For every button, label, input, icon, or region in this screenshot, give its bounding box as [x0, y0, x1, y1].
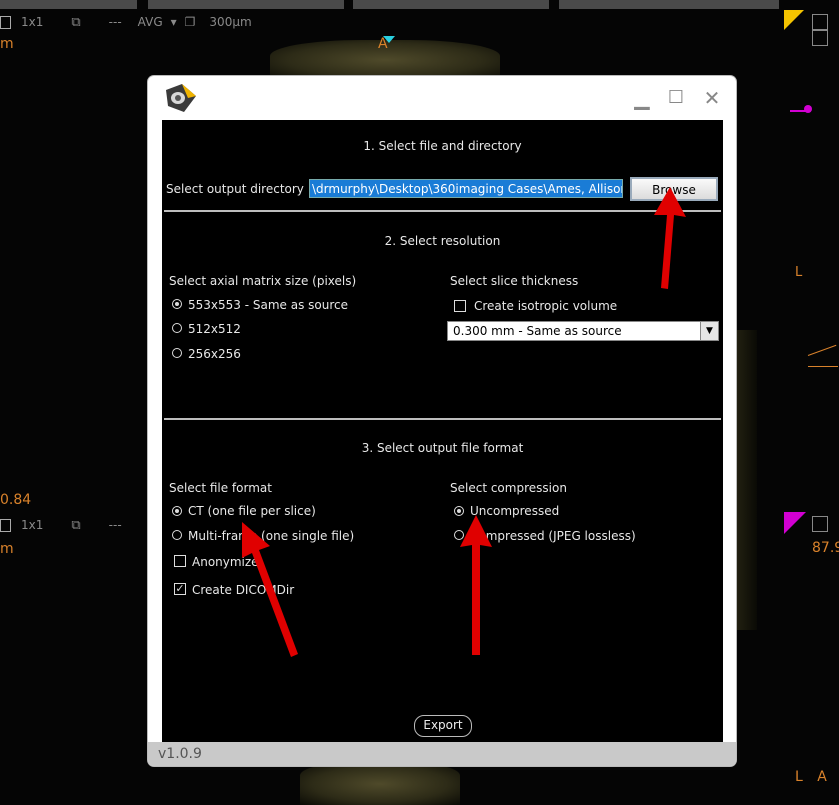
radio-matrix-512[interactable] — [172, 323, 182, 333]
split-icon[interactable]: ⧉ — [71, 518, 80, 533]
section-title: 1. Select file and directory — [363, 139, 522, 153]
slice-thickness-select[interactable]: 0.300 mm - Same as source ▼ — [447, 321, 719, 341]
separator: --- — [108, 518, 122, 532]
save-icon[interactable] — [812, 516, 828, 532]
projection-mode[interactable]: AVG — [138, 15, 163, 29]
layout-label[interactable]: 1x1 — [21, 15, 43, 29]
yellow-corner-marker-icon — [784, 10, 804, 30]
radio-matrix-553[interactable] — [172, 299, 182, 309]
annotation-arrow-icon — [654, 187, 686, 289]
app-logo-icon — [166, 84, 196, 112]
close-button[interactable]: ✕ — [702, 88, 722, 108]
section-title: 2. Select resolution — [384, 234, 501, 248]
anonymize-checkbox[interactable] — [174, 555, 186, 567]
scan-image-bottom — [300, 763, 460, 805]
compression-label: Select compression — [450, 481, 567, 495]
copy-icon[interactable]: ❐ — [185, 15, 196, 29]
viewer-tab[interactable] — [353, 0, 549, 9]
slab-thickness[interactable]: 300μm — [209, 15, 251, 29]
layout-icon[interactable] — [812, 30, 828, 46]
radio-matrix-256-label[interactable]: 256x256 — [188, 347, 241, 361]
radio-matrix-512-label[interactable]: 512x512 — [188, 322, 241, 336]
export-button[interactable]: Export — [414, 715, 472, 737]
right-value: 87.9 — [812, 540, 839, 556]
matrix-size-label: Select axial matrix size (pixels) — [169, 274, 357, 288]
chevron-down-icon[interactable]: ▼ — [700, 322, 718, 340]
orientation-label: L — [795, 769, 803, 785]
unit-label-top: m — [0, 36, 14, 52]
isotropic-checkbox[interactable] — [454, 300, 466, 312]
bottom-right-orientation: L A — [795, 769, 827, 785]
version-label: v1.0.9 — [158, 746, 202, 762]
magenta-dot-marker[interactable] — [804, 105, 812, 113]
radio-compressed-label[interactable]: Compressed (JPEG lossless) — [470, 529, 636, 543]
annotation-arrow-icon — [242, 522, 298, 657]
side-label-right: L — [795, 265, 803, 280]
slice-thickness-value: 0.300 mm - Same as source — [453, 324, 622, 338]
crosshair-marker-icon[interactable] — [383, 36, 395, 43]
dicomdir-checkbox[interactable]: ✓ — [174, 583, 186, 595]
viewport-toolbar-top: 1x1 ⧉ --- AVG ▾ ❐ 300μm — [0, 11, 260, 33]
section-divider — [164, 418, 721, 420]
radio-format-ct-label[interactable]: CT (one file per slice) — [188, 504, 316, 518]
maximize-button[interactable]: ☐ — [666, 88, 686, 108]
minimize-button[interactable]: ▁ — [632, 88, 652, 108]
radio-format-multiframe[interactable] — [172, 530, 182, 540]
output-directory-label: Select output directory — [166, 182, 304, 196]
layout-icon[interactable] — [0, 15, 11, 29]
viewer-tab[interactable] — [148, 0, 344, 9]
orientation-label: A — [817, 769, 827, 785]
radio-matrix-256[interactable] — [172, 348, 182, 358]
dialog-footer — [148, 742, 736, 766]
left-value: 0.84 — [0, 492, 32, 508]
file-format-label: Select file format — [169, 481, 272, 495]
section-divider — [164, 210, 721, 212]
layout-label[interactable]: 1x1 — [21, 518, 43, 532]
isotropic-checkbox-label[interactable]: Create isotropic volume — [474, 299, 617, 313]
viewer-tab[interactable] — [559, 0, 779, 9]
maximize-icon: ☐ — [667, 87, 685, 108]
measurement-line — [808, 366, 838, 367]
layout-icon[interactable] — [0, 518, 11, 532]
close-icon: ✕ — [703, 86, 721, 110]
unit-label-mid: m — [0, 541, 14, 557]
magenta-corner-marker-icon — [784, 512, 806, 534]
save-icon[interactable] — [812, 14, 828, 30]
annotation-arrow-icon — [460, 515, 492, 655]
viewer-tab[interactable] — [0, 0, 137, 9]
radio-format-ct[interactable] — [172, 506, 182, 516]
section-title: 3. Select output file format — [361, 441, 524, 455]
separator: --- — [108, 15, 122, 29]
split-icon[interactable]: ⧉ — [71, 15, 80, 30]
viewport-toolbar-mid: 1x1 ⧉ --- — [0, 514, 130, 536]
chevron-down-icon[interactable]: ▾ — [171, 15, 177, 29]
output-directory-input[interactable]: \drmurphy\Desktop\360imaging Cases\Ames,… — [309, 179, 623, 198]
slice-thickness-label: Select slice thickness — [450, 274, 579, 288]
radio-matrix-553-label[interactable]: 553x553 - Same as source — [188, 298, 348, 312]
viewer-tab-strip — [0, 0, 839, 10]
minimize-icon: ▁ — [634, 86, 650, 110]
